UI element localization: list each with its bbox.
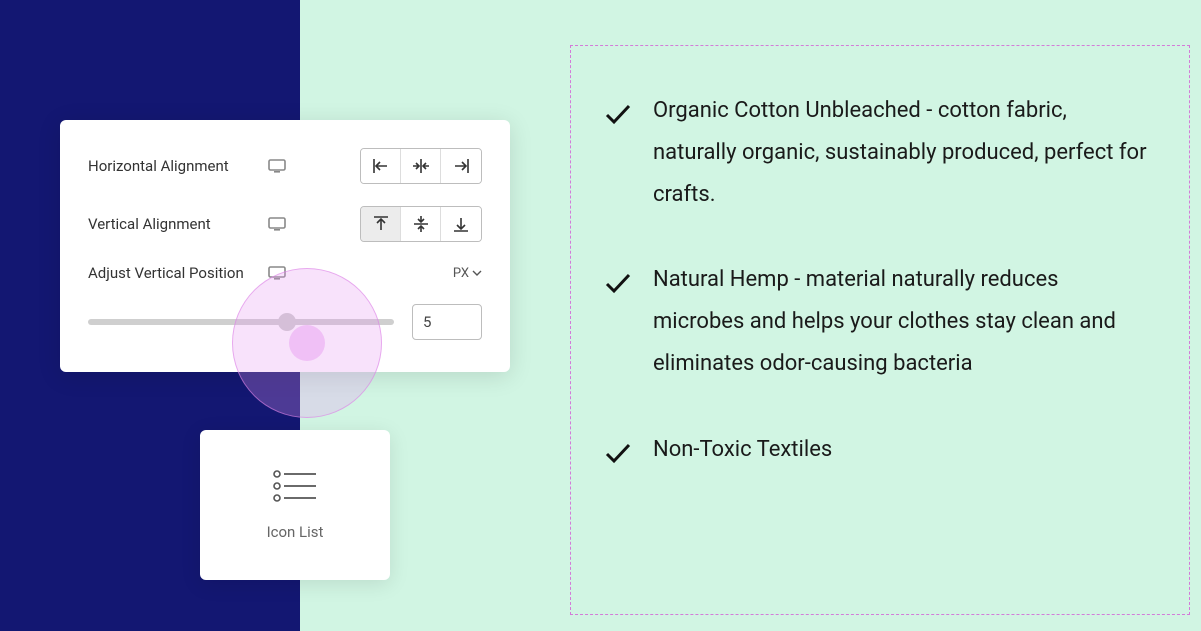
list-item: Non-Toxic Textiles — [605, 429, 1155, 479]
icon-list-widget-card[interactable]: Icon List — [200, 430, 390, 580]
vertical-alignment-label: Vertical Alignment — [88, 215, 268, 233]
unit-select[interactable]: PX — [453, 266, 482, 281]
widget-card-label: Icon List — [267, 523, 324, 541]
adjust-vertical-position-row: Adjust Vertical Position PX — [88, 264, 482, 282]
align-right-button[interactable] — [441, 149, 481, 183]
slider-track[interactable] — [88, 319, 394, 325]
align-left-button[interactable] — [361, 149, 401, 183]
unit-label: PX — [453, 266, 469, 281]
icon-list-preview[interactable]: Organic Cotton Unbleached - cotton fabri… — [570, 45, 1190, 615]
adjust-vertical-position-label: Adjust Vertical Position — [88, 264, 268, 282]
slider-value-text: 5 — [423, 313, 431, 331]
align-center-button[interactable] — [401, 149, 441, 183]
horizontal-alignment-label: Horizontal Alignment — [88, 157, 268, 175]
list-item-text: Non-Toxic Textiles — [653, 429, 1155, 471]
settings-panel: Horizontal Alignment Vertical Alignment — [60, 120, 510, 372]
responsive-device-icon[interactable] — [268, 266, 286, 280]
check-icon — [605, 267, 631, 309]
horizontal-alignment-buttons — [360, 148, 482, 184]
list-item: Natural Hemp - material naturally reduce… — [605, 259, 1155, 384]
responsive-device-icon[interactable] — [268, 217, 286, 231]
slider-thumb[interactable] — [278, 313, 296, 331]
vertical-alignment-buttons — [360, 206, 482, 242]
chevron-down-icon — [472, 270, 482, 276]
horizontal-alignment-row: Horizontal Alignment — [88, 148, 482, 184]
slider-value-input[interactable]: 5 — [412, 304, 482, 340]
vertical-alignment-row: Vertical Alignment — [88, 206, 482, 242]
check-icon — [605, 437, 631, 479]
align-top-button[interactable] — [361, 207, 401, 241]
slider-row: 5 — [88, 304, 482, 340]
list-item: Organic Cotton Unbleached - cotton fabri… — [605, 90, 1155, 215]
check-icon — [605, 98, 631, 140]
align-middle-button[interactable] — [401, 207, 441, 241]
icon-list-icon — [272, 469, 318, 503]
list-item-text: Organic Cotton Unbleached - cotton fabri… — [653, 90, 1155, 215]
responsive-device-icon[interactable] — [268, 159, 286, 173]
list-item-text: Natural Hemp - material naturally reduce… — [653, 259, 1155, 384]
align-bottom-button[interactable] — [441, 207, 481, 241]
